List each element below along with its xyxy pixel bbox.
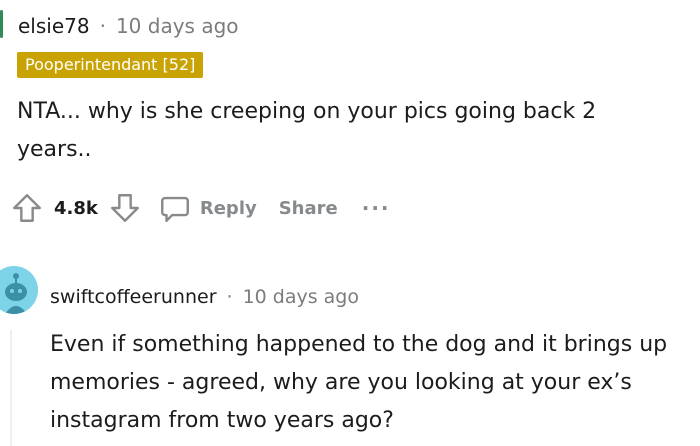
- reply-body: Even if something happened to the dog an…: [50, 332, 668, 433]
- timestamp[interactable]: 10 days ago: [116, 14, 239, 38]
- avatar[interactable]: [0, 266, 38, 314]
- speech-bubble-icon: [158, 191, 192, 225]
- separator-dot: ·: [226, 286, 233, 308]
- timestamp[interactable]: 10 days ago: [243, 286, 359, 308]
- reply-label: Reply: [199, 197, 257, 219]
- comment-body: NTA... why is she creeping on your pics …: [17, 99, 597, 162]
- share-button[interactable]: Share: [279, 198, 338, 219]
- reply-header: swiftcoffeerunner · 10 days ago: [50, 284, 359, 310]
- arrow-down-icon[interactable]: [108, 191, 142, 225]
- username[interactable]: swiftcoffeerunner: [50, 286, 217, 308]
- user-flair: Pooperintendant [52]: [17, 52, 204, 78]
- comment-actions: 4.8k Reply Share ...: [10, 188, 391, 228]
- arrow-up-icon[interactable]: [10, 191, 44, 225]
- thread-line[interactable]: [10, 330, 12, 446]
- separator-dot: ·: [99, 14, 106, 38]
- username[interactable]: elsie78: [18, 14, 90, 38]
- vote-count: 4.8k: [54, 197, 98, 219]
- comment-header: elsie78 · 10 days ago: [18, 12, 239, 40]
- thread-line[interactable]: [0, 10, 3, 38]
- more-options-button[interactable]: ...: [362, 193, 391, 218]
- snoo-avatar-icon: [0, 266, 38, 314]
- reply-button[interactable]: Reply: [158, 191, 257, 225]
